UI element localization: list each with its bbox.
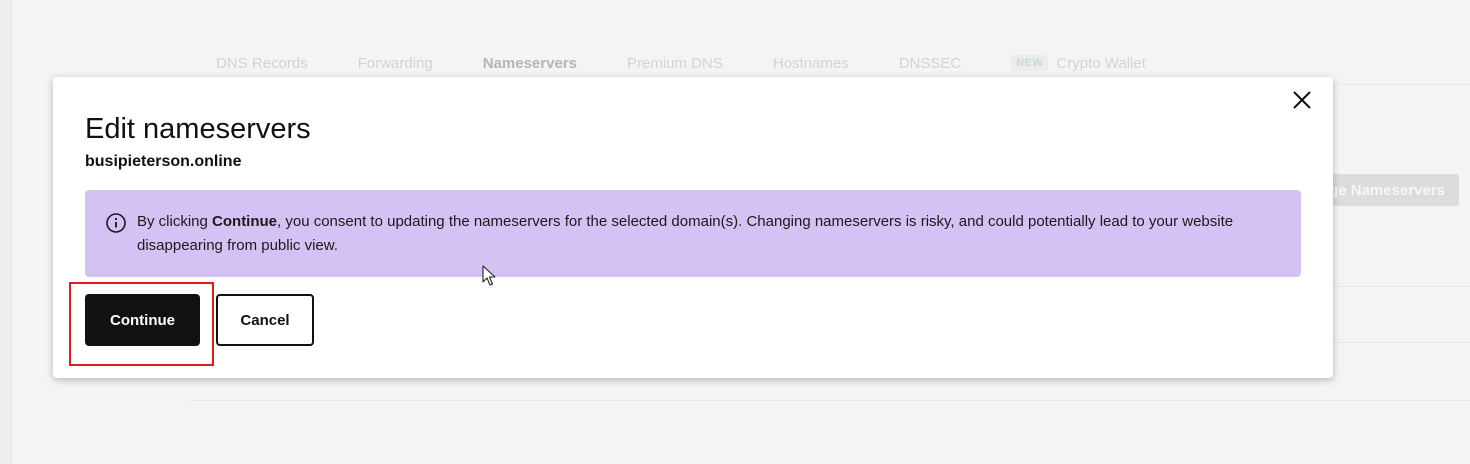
- dialog-title: Edit nameservers: [85, 113, 311, 145]
- dns-tabs: DNS Records Forwarding Nameservers Premi…: [216, 52, 1196, 74]
- tab-hostnames[interactable]: Hostnames: [773, 55, 849, 72]
- cancel-button[interactable]: Cancel: [216, 294, 314, 346]
- alert-text-emphasis: Continue: [212, 213, 278, 230]
- info-icon: [106, 213, 126, 233]
- tab-dnssec[interactable]: DNSSEC: [899, 55, 962, 72]
- tab-forwarding[interactable]: Forwarding: [358, 55, 433, 72]
- alert-text-prefix: By clicking: [137, 213, 213, 230]
- alert-text-suffix: , you consent to updating the nameserver…: [137, 213, 1234, 254]
- close-button[interactable]: [1289, 87, 1315, 113]
- continue-button[interactable]: Continue: [85, 294, 200, 346]
- alert-message: By clicking Continue, you consent to upd…: [137, 213, 1233, 254]
- divider: [190, 400, 1470, 401]
- tab-dns-records[interactable]: DNS Records: [216, 55, 308, 72]
- domain-name: busipieterson.online: [85, 153, 242, 170]
- left-sidebar-edge: [0, 0, 12, 464]
- tab-crypto-wallet[interactable]: Crypto Wallet: [1056, 55, 1145, 72]
- warning-alert: By clicking Continue, you consent to upd…: [85, 190, 1301, 277]
- mouse-cursor-icon: [482, 265, 496, 286]
- new-badge: NEW: [1011, 55, 1049, 71]
- tab-nameservers[interactable]: Nameservers: [483, 55, 577, 72]
- tab-premium-dns[interactable]: Premium DNS: [627, 55, 723, 72]
- close-icon: [1293, 91, 1311, 109]
- edit-nameservers-dialog: Edit nameservers busipieterson.online By…: [53, 77, 1333, 378]
- page-background: DNS Records Forwarding Nameservers Premi…: [0, 0, 1470, 464]
